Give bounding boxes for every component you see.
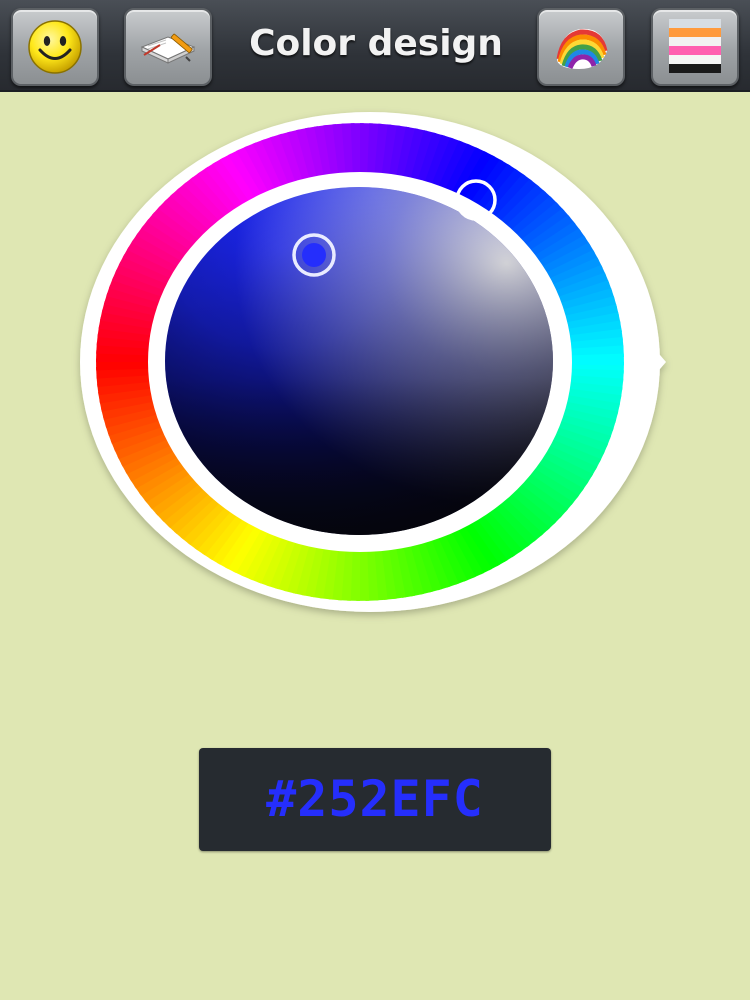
color-selector-fill <box>302 243 326 267</box>
color-picker[interactable] <box>0 100 750 640</box>
palette-button[interactable] <box>537 8 625 86</box>
hex-color-display: #252EFC <box>199 748 551 851</box>
top-toolbar: Color design <box>0 0 750 92</box>
app-title: Color design <box>249 23 503 64</box>
hex-color-value: #252EFC <box>266 770 484 828</box>
notebook-button[interactable] <box>124 8 212 86</box>
smiley-face-icon <box>28 20 82 74</box>
color-wheel-picker[interactable] <box>0 100 750 640</box>
swatches-button[interactable] <box>651 8 739 86</box>
smiley-button[interactable] <box>11 8 99 86</box>
rainbow-palette-icon <box>556 28 608 69</box>
open-book-pencil-icon <box>140 33 196 64</box>
color-swatches-icon <box>669 19 721 73</box>
